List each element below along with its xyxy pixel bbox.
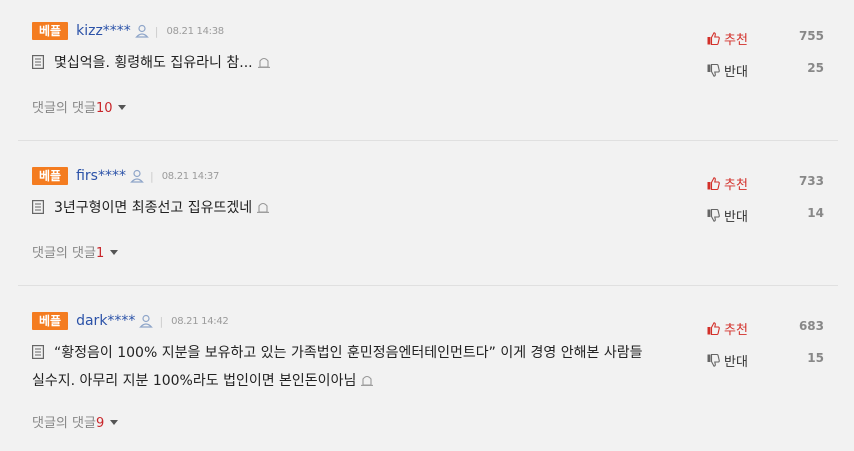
username[interactable]: dark**** bbox=[76, 313, 135, 329]
comment-line: 실수지. 아무리 지분 100%라도 법인이면 본인돈이아님 bbox=[32, 373, 357, 389]
reply-toggle[interactable]: 댓글의 댓글9 bbox=[32, 412, 119, 431]
comment-text: 3년구형이면 최종선고 집유뜨겠네 bbox=[32, 194, 692, 222]
thumbs-down-icon bbox=[707, 354, 720, 367]
thumbs-down-icon bbox=[707, 209, 720, 222]
upvote-label: 추천 bbox=[724, 33, 748, 48]
downvote-count: 25 bbox=[807, 61, 824, 75]
reply-count: 9 bbox=[95, 416, 105, 431]
thumbs-up-icon bbox=[707, 322, 720, 335]
downvote-button[interactable]: 반대 bbox=[707, 206, 748, 225]
separator: | bbox=[149, 169, 154, 183]
comment-text: “황정음이 100% 지분을 보유하고 있는 가족법인 훈민정음엔터테인먼트다”… bbox=[32, 339, 692, 395]
user-icon bbox=[134, 24, 149, 38]
timestamp: 08.21 14:37 bbox=[161, 170, 220, 182]
report-icon[interactable] bbox=[360, 374, 374, 386]
caret-down-icon bbox=[110, 250, 119, 255]
upvote-button[interactable]: 추천 bbox=[707, 319, 748, 338]
user-icon bbox=[130, 169, 144, 183]
username[interactable]: firs**** bbox=[76, 168, 126, 184]
upvote-count: 755 bbox=[798, 29, 824, 43]
timestamp: 08.21 14:42 bbox=[171, 315, 229, 327]
reply-label: 댓글의 댓글 bbox=[32, 416, 96, 431]
timestamp: 08.21 14:38 bbox=[166, 25, 225, 37]
comment-line: “황정음이 100% 지분을 보유하고 있는 가족법인 훈민정음엔터테인먼트다”… bbox=[54, 345, 643, 361]
thumbs-up-icon bbox=[707, 32, 720, 45]
upvote-label: 추천 bbox=[724, 178, 748, 193]
username[interactable]: kizz**** bbox=[76, 23, 131, 39]
separator: | bbox=[154, 24, 159, 38]
reply-toggle[interactable]: 댓글의 댓글10 bbox=[32, 97, 127, 116]
reply-count: 10 bbox=[95, 101, 113, 116]
report-icon[interactable] bbox=[257, 56, 271, 68]
comment-line: 3년구형이면 최종선고 집유뜨겠네 bbox=[54, 200, 253, 216]
caret-down-icon bbox=[118, 105, 127, 110]
downvote-label: 반대 bbox=[724, 65, 748, 80]
reply-label: 댓글의 댓글 bbox=[32, 101, 96, 116]
best-badge: 베플 bbox=[32, 22, 69, 40]
document-icon bbox=[32, 200, 44, 214]
upvote-button[interactable]: 추천 bbox=[707, 29, 748, 48]
comment-meta: 베플 dark**** | 08.21 14:42 bbox=[32, 312, 229, 330]
divider bbox=[18, 140, 838, 141]
thumbs-up-icon bbox=[707, 177, 720, 190]
divider bbox=[18, 285, 838, 286]
downvote-count: 14 bbox=[807, 206, 824, 220]
comment-line: 몇십억을. 횡령해도 집유라니 참... bbox=[54, 55, 253, 71]
report-icon[interactable] bbox=[256, 201, 270, 213]
downvote-label: 반대 bbox=[724, 355, 748, 370]
downvote-button[interactable]: 반대 bbox=[707, 351, 748, 370]
comment-list: 베플 kizz**** | 08.21 14:38 몇십억을. 횡령해도 집유라… bbox=[0, 0, 854, 451]
upvote-label: 추천 bbox=[724, 323, 748, 338]
comment-text: 몇십억을. 횡령해도 집유라니 참... bbox=[32, 49, 692, 77]
reply-toggle[interactable]: 댓글의 댓글1 bbox=[32, 242, 119, 261]
separator: | bbox=[159, 314, 164, 328]
downvote-button[interactable]: 반대 bbox=[707, 61, 748, 80]
comment-meta: 베플 kizz**** | 08.21 14:38 bbox=[32, 22, 224, 40]
user-icon bbox=[139, 314, 154, 328]
downvote-label: 반대 bbox=[724, 210, 748, 225]
comment-meta: 베플 firs**** | 08.21 14:37 bbox=[32, 167, 219, 185]
reply-count: 1 bbox=[95, 246, 105, 261]
document-icon bbox=[32, 345, 44, 359]
caret-down-icon bbox=[110, 420, 119, 425]
upvote-count: 733 bbox=[798, 174, 824, 188]
upvote-count: 683 bbox=[798, 319, 824, 333]
best-badge: 베플 bbox=[32, 312, 69, 330]
best-badge: 베플 bbox=[32, 167, 69, 185]
upvote-button[interactable]: 추천 bbox=[707, 174, 748, 193]
downvote-count: 15 bbox=[807, 351, 824, 365]
document-icon bbox=[32, 55, 44, 69]
reply-label: 댓글의 댓글 bbox=[32, 246, 96, 261]
thumbs-down-icon bbox=[707, 64, 720, 77]
